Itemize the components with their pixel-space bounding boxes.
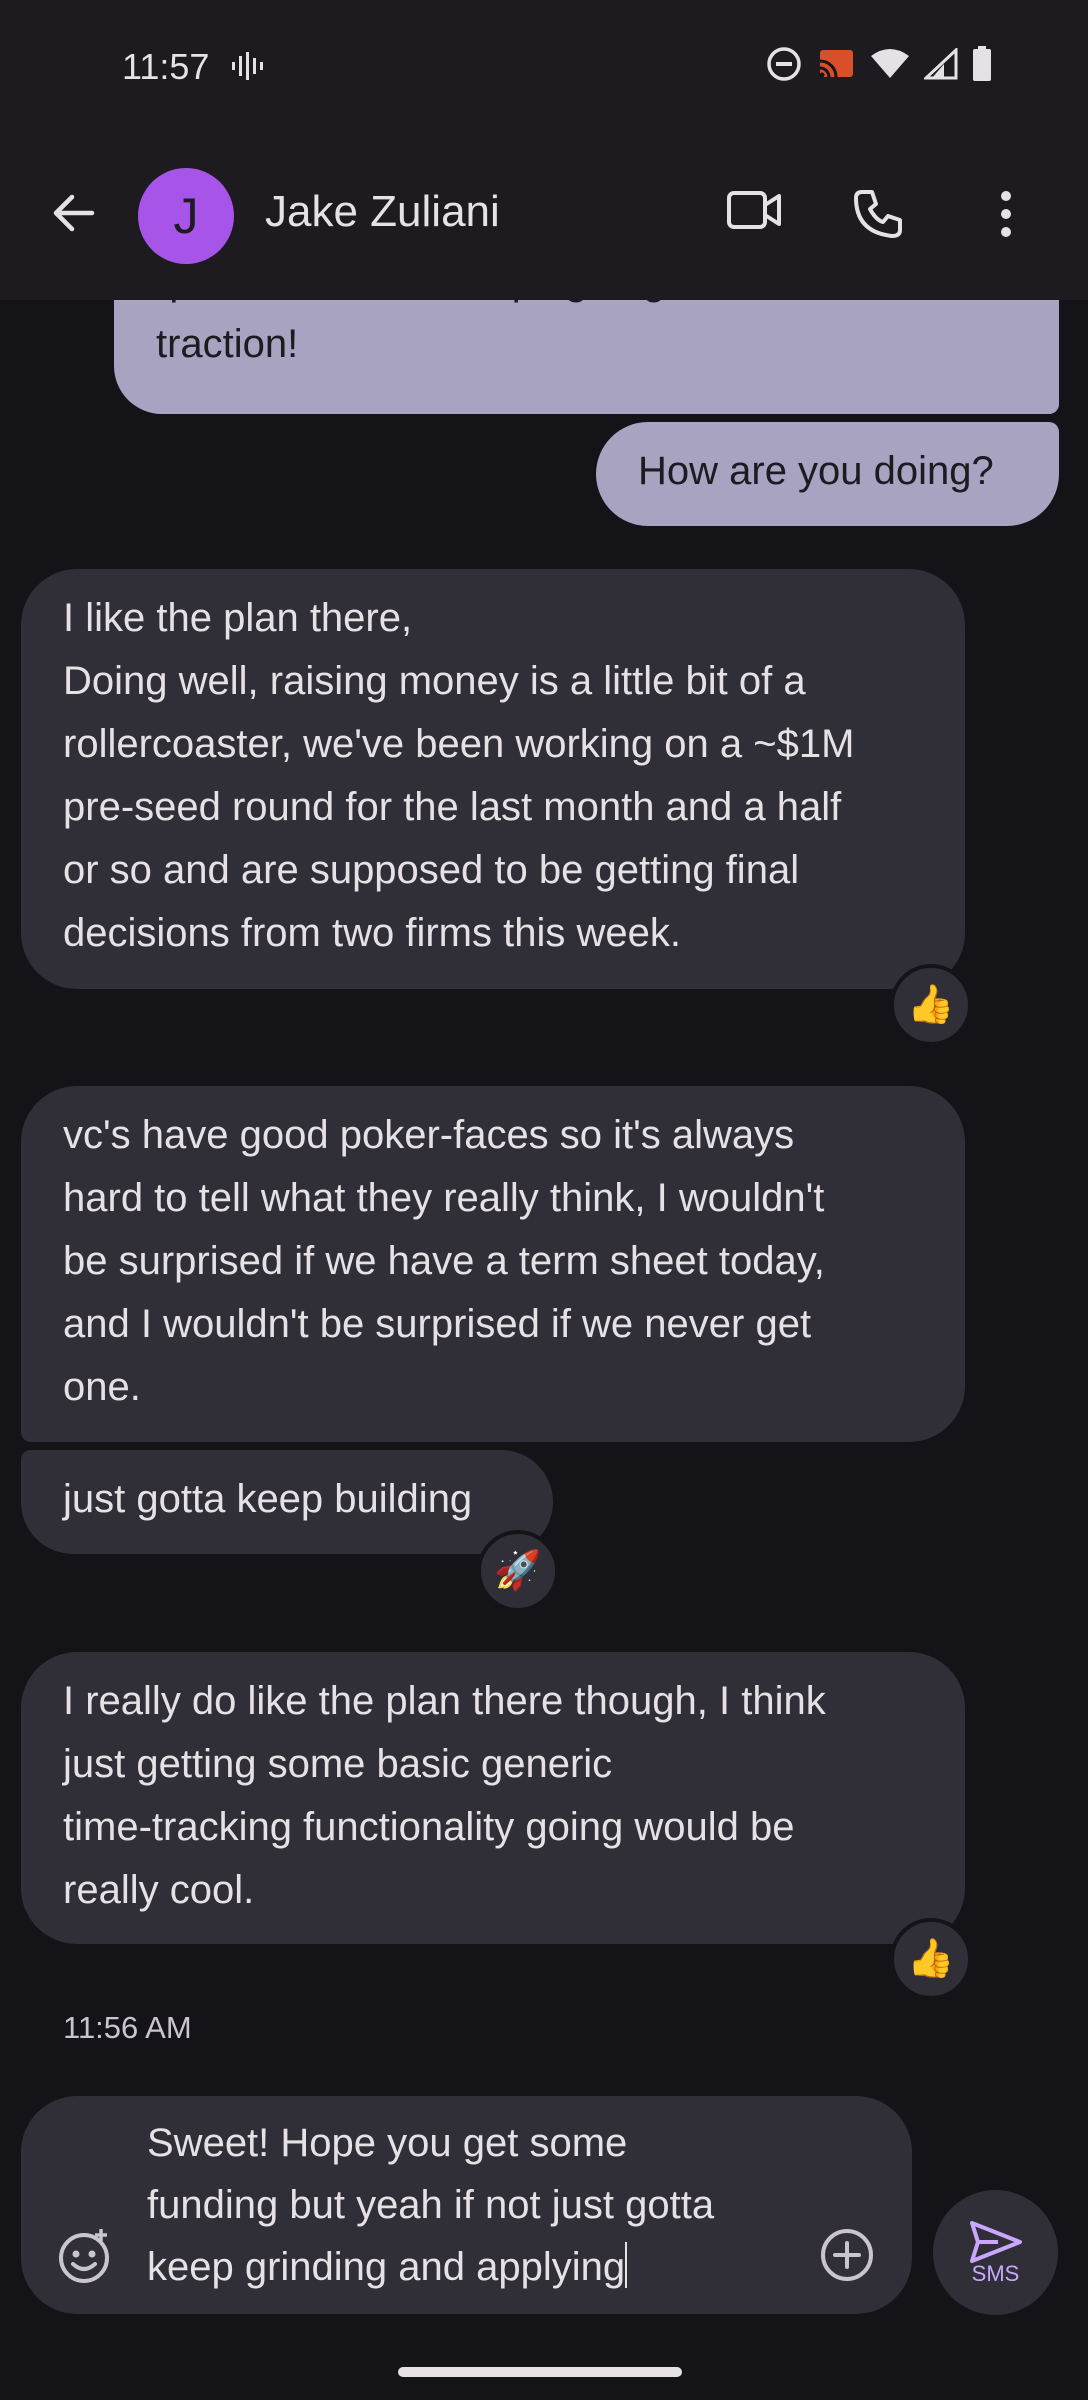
cast-icon	[819, 50, 853, 78]
message-timestamp: 11:56 AM	[63, 2010, 192, 2045]
avatar[interactable]: J	[138, 168, 234, 264]
battery-icon	[973, 46, 991, 81]
video-call-icon[interactable]	[726, 190, 782, 230]
wifi-icon	[871, 49, 909, 78]
more-vert-icon[interactable]	[996, 188, 1016, 240]
message-bubble-incoming[interactable]: vc's have good poker-faces so it's alway…	[21, 1086, 965, 1442]
contact-name[interactable]: Jake Zuliani	[265, 187, 500, 237]
message-bubble-outgoing[interactable]: quantified self so hoping to get some tr…	[114, 300, 1059, 414]
conversation-header: J Jake Zuliani	[0, 135, 1088, 300]
message-list[interactable]: quantified self so hoping to get some tr…	[0, 300, 1088, 2090]
message-bubble-incoming[interactable]: I really do like the plan there though, …	[21, 1652, 965, 1944]
compose-input[interactable]: Sweet! Hope you get some funding but yea…	[147, 2112, 787, 2298]
back-arrow-icon[interactable]	[48, 187, 100, 239]
send-label: SMS	[971, 2260, 1020, 2286]
compose-field[interactable]: Sweet! Hope you get some funding but yea…	[21, 2096, 912, 2314]
send-button[interactable]: SMS	[933, 2190, 1058, 2315]
message-bubble-outgoing[interactable]: How are you doing?	[596, 422, 1059, 526]
phone-icon[interactable]	[852, 188, 904, 240]
reaction-thumbs-up[interactable]: 👍	[890, 964, 972, 1046]
do-not-disturb-icon	[767, 47, 801, 81]
reaction-thumbs-up[interactable]: 👍	[890, 1918, 972, 2000]
emoji-icon[interactable]	[55, 2227, 113, 2285]
status-time: 11:57	[122, 46, 210, 87]
voice-wave-icon	[232, 52, 263, 80]
compose-input-text: Sweet! Hope you get some funding but yea…	[147, 2121, 715, 2289]
status-bar: 11:57	[0, 0, 1088, 135]
status-icons	[766, 46, 992, 82]
reaction-rocket[interactable]: 🚀	[477, 1530, 559, 1612]
add-circle-icon[interactable]	[819, 2227, 875, 2283]
message-bubble-incoming[interactable]: just gotta keep building	[21, 1450, 553, 1554]
send-icon	[969, 2220, 1022, 2263]
message-bubble-incoming[interactable]: I like the plan there, Doing well, raisi…	[21, 569, 965, 989]
gesture-home-bar[interactable]	[398, 2367, 682, 2377]
cell-signal-icon	[924, 48, 958, 80]
text-caret	[625, 2242, 628, 2288]
